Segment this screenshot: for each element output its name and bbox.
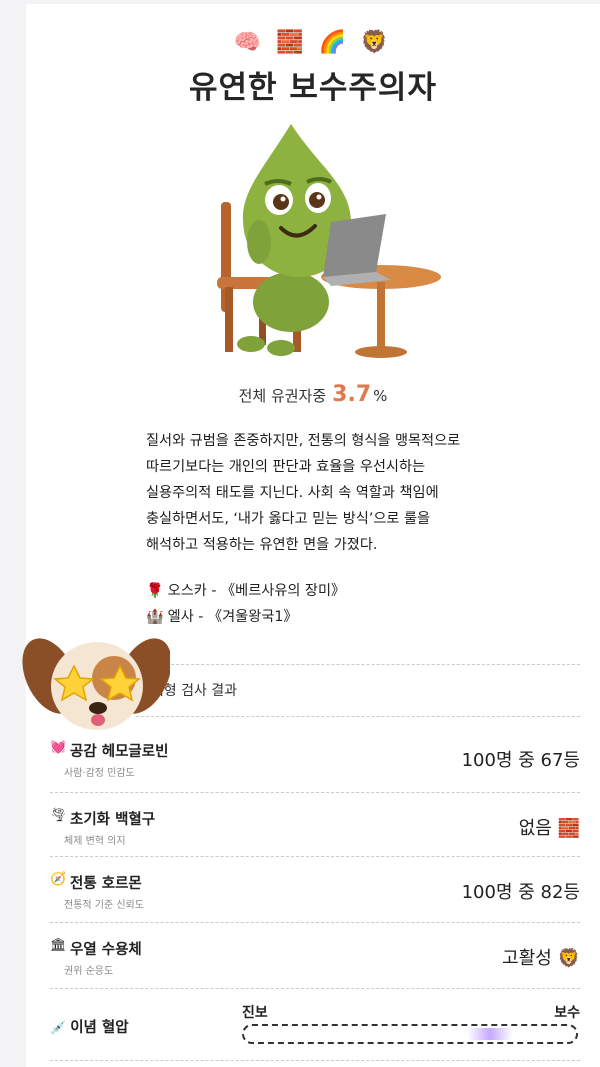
result-item-name: 우열 수용체 <box>70 942 142 958</box>
result-item-value: 100명 중 67등 <box>461 750 580 771</box>
result-item-value: 없음 🧱 <box>518 818 580 839</box>
rose-icon: 🌹 <box>146 583 164 599</box>
result-item-sub: 사람·감정 민감도 <box>64 768 135 779</box>
ideology-scale-bar <box>242 1024 578 1044</box>
percent-unit: % <box>373 387 388 405</box>
dog-sticker <box>22 638 170 730</box>
result-item-sub: 전통적 기준 신뢰도 <box>64 900 144 911</box>
ideology-marker <box>467 1028 513 1040</box>
result-item-sub: 권위 순응도 <box>64 966 114 977</box>
result-item-name: 전통 호르몬 <box>70 876 142 892</box>
result-item-tradition: 🧭 전통 호르몬 전통적 기준 신뢰도 100명 중 82등 <box>50 866 580 922</box>
type-emoji-row: 🧠 🧱 🌈 🦁 <box>233 30 393 55</box>
divider <box>50 792 580 793</box>
character-text: 오스카 - 《베르사유의 장미》 <box>167 583 346 599</box>
result-item-name: 공감 헤모글로빈 <box>70 744 169 760</box>
ideology-pressure-label: 💉 이념 혈압 <box>50 1016 129 1037</box>
result-item-name: 초기화 백혈구 <box>70 812 156 828</box>
character-list: 🌹 오스카 - 《베르사유의 장미》 🏰 엘사 - 《겨울왕국1》 <box>146 578 345 630</box>
divider <box>50 988 580 989</box>
ideology-right-label: 보수 <box>554 1005 580 1021</box>
result-item-empathy: 💓 공감 헤모글로빈 사람·감정 민감도 100명 중 67등 <box>50 734 580 790</box>
result-item-authority: 🏛 우열 수용체 권위 순응도 고활성 🦁 <box>50 932 580 988</box>
divider <box>136 716 580 717</box>
character-text: 엘사 - 《겨울왕국1》 <box>167 609 298 625</box>
voter-percent: 전체 유권자중 3.7% <box>26 382 600 407</box>
ideology-label-text: 이념 혈압 <box>70 1020 129 1036</box>
ideology-left-label: 진보 <box>242 1005 268 1021</box>
divider <box>50 856 580 857</box>
result-item-value: 100명 중 82등 <box>461 882 580 903</box>
page-title: 유연한 보수주의자 <box>189 70 437 106</box>
type-description: 질서와 규범을 존중하지만, 전통의 형식을 맹목적으로 따르기보다는 개인의 … <box>146 433 461 553</box>
divider <box>50 922 580 923</box>
syringe-icon: 💉 <box>50 1021 67 1036</box>
result-card: 🧠 🧱 🌈 🦁 유연한 보수주의자 전체 유권자중 3.7 % 질서와 규범을 … <box>26 4 600 1067</box>
divider <box>136 664 580 665</box>
result-item-value: 고활성 🦁 <box>502 948 580 969</box>
heart-icon: 💓 <box>50 740 67 755</box>
compass-icon: 🧭 <box>50 872 67 887</box>
result-item-reset: 🌪 초기화 백혈구 체제 변혁 의지 없음 🧱 <box>50 802 580 858</box>
character-item: 🏰 엘사 - 《겨울왕국1》 <box>146 604 345 630</box>
bank-icon: 🏛 <box>50 938 67 953</box>
percent-value: 3.7 <box>332 382 372 407</box>
tornado-icon: 🌪 <box>50 808 67 823</box>
percent-prefix: 전체 유권자중 <box>238 387 327 405</box>
mascot-illustration <box>217 124 441 358</box>
result-item-sub: 체제 변혁 의지 <box>64 836 126 847</box>
divider <box>50 1060 580 1061</box>
character-item: 🌹 오스카 - 《베르사유의 장미》 <box>146 578 345 604</box>
